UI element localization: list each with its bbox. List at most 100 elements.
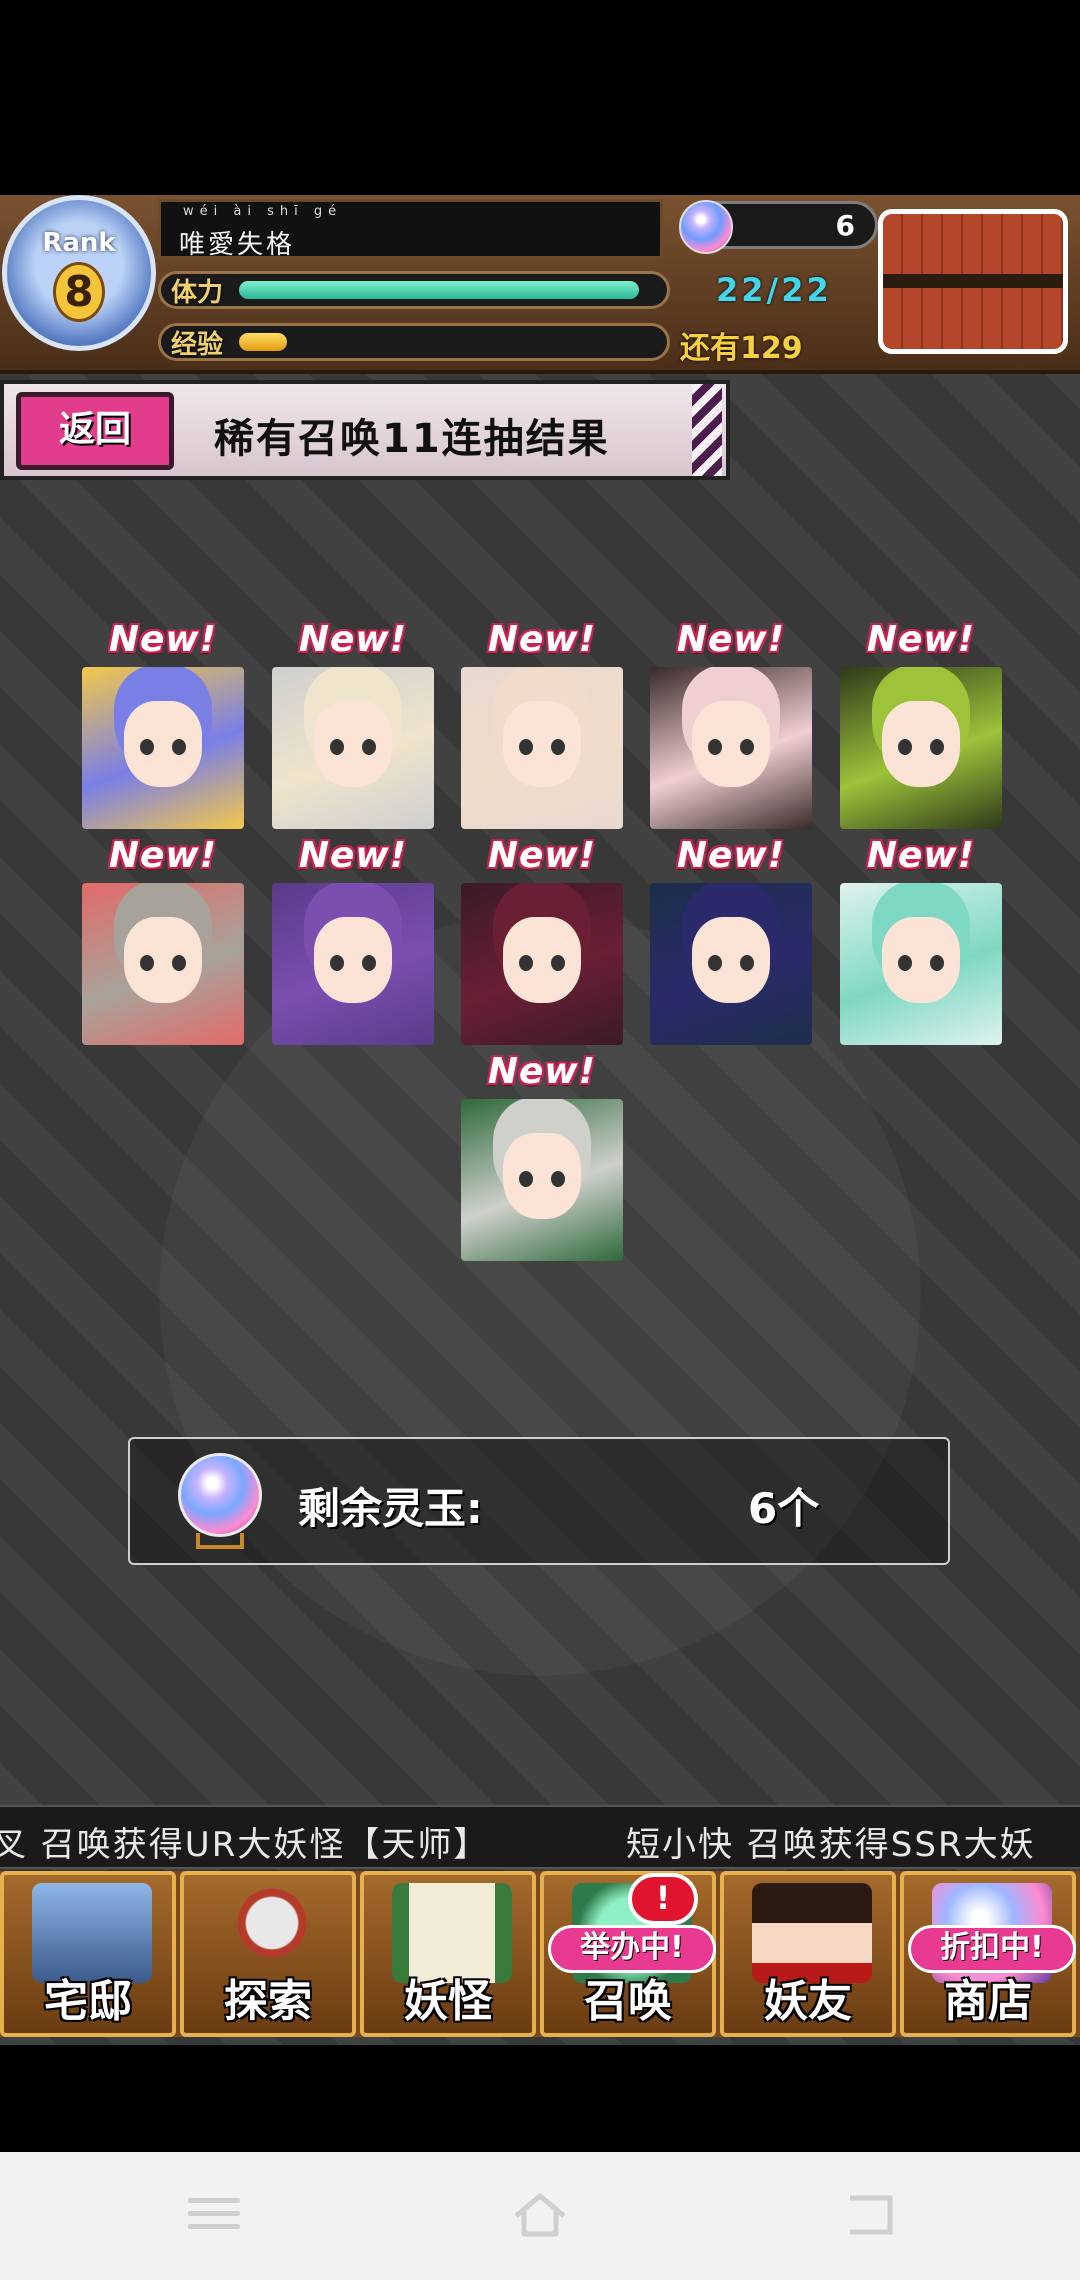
character-card[interactable]: [840, 667, 1002, 829]
nav-2-button[interactable]: 探索: [180, 1871, 356, 2037]
character-portrait-icon: [314, 917, 392, 1003]
character-card[interactable]: [82, 883, 244, 1045]
eye-icon: [519, 739, 533, 755]
character-portrait-icon: [503, 917, 581, 1003]
stamina-value: 22/22: [716, 271, 832, 309]
character-portrait-icon: [503, 701, 581, 787]
eye-icon: [740, 739, 754, 755]
new-badge: New!: [866, 619, 976, 660]
eye-icon: [898, 955, 912, 971]
eye-icon: [140, 955, 154, 971]
player-header: Rank 8 wéi ài shī gé 唯愛失格 体力 22/22 经验 还有…: [0, 195, 1080, 374]
rank-badge[interactable]: Rank 8: [2, 195, 156, 351]
character-card[interactable]: [650, 883, 812, 1045]
title-stripe-decoration: [692, 384, 722, 476]
system-nav-bar: [0, 2152, 1080, 2280]
eye-icon: [519, 955, 533, 971]
bottom-nav: 宅邸 探索 妖怪 举办中!! 召唤 妖友 折扣中! 商店: [0, 1871, 1080, 2037]
character-portrait-icon: [314, 701, 392, 787]
player-name-ruby: wéi ài shī gé: [183, 204, 343, 219]
eye-icon: [551, 739, 565, 755]
eye-icon: [708, 955, 722, 971]
character-portrait-icon: [692, 701, 770, 787]
eye-icon: [362, 739, 376, 755]
new-badge: New!: [108, 619, 218, 660]
new-badge: New!: [866, 835, 976, 876]
character-portrait-icon: [692, 917, 770, 1003]
page-title: 稀有召唤11连抽结果: [214, 416, 610, 462]
eye-icon: [930, 739, 944, 755]
ticker-message: 叉 召唤获得UR大妖怪【天师】: [0, 1825, 490, 1865]
eye-icon: [898, 739, 912, 755]
new-badge: New!: [487, 619, 597, 660]
character-card[interactable]: [272, 667, 434, 829]
character-card[interactable]: [650, 667, 812, 829]
new-badge: New!: [487, 835, 597, 876]
new-badge: New!: [676, 835, 786, 876]
back-icon[interactable]: [840, 2190, 900, 2240]
remaining-label: 剩余灵玉:: [298, 1484, 483, 1533]
eye-icon: [551, 955, 565, 971]
nav-6-button[interactable]: 折扣中! 商店: [900, 1871, 1076, 2037]
back-button[interactable]: 返回: [16, 392, 174, 470]
nav-3-button[interactable]: 妖怪: [360, 1871, 536, 2037]
gem-counter[interactable]: 6: [679, 200, 878, 254]
eye-icon: [519, 1171, 533, 1187]
home-icon[interactable]: [510, 2190, 570, 2240]
rank-label: Rank: [42, 228, 116, 258]
gem-count: 6: [835, 209, 855, 242]
character-card[interactable]: [461, 883, 623, 1045]
nav-4-button[interactable]: 举办中!! 召唤: [540, 1871, 716, 2037]
exp-fill: [239, 333, 287, 351]
game-screen: Rank 8 wéi ài shī gé 唯愛失格 体力 22/22 经验 还有…: [0, 195, 1080, 2045]
stamina-label: 体力: [171, 278, 224, 308]
orb-stand-icon: [196, 1533, 244, 1549]
eye-icon: [740, 955, 754, 971]
player-name-box: wéi ài shī gé 唯愛失格: [158, 199, 663, 260]
alert-badge: !: [628, 1873, 698, 1925]
title-bar: 返回 稀有召唤11连抽结果: [0, 380, 730, 480]
new-badge: New!: [298, 835, 408, 876]
chest-band: [883, 274, 1063, 288]
nav-label: 探索: [224, 1976, 312, 2027]
remaining-orbs-panel: 剩余灵玉: 6个: [128, 1437, 950, 1565]
nav-label: 召唤: [584, 1976, 672, 2027]
nav-label: 妖怪: [404, 1976, 492, 2027]
character-card[interactable]: [82, 667, 244, 829]
new-badge: New!: [108, 835, 218, 876]
nav-label: 宅邸: [44, 1976, 132, 2027]
eye-icon: [551, 1171, 565, 1187]
nav-label: 妖友: [764, 1976, 852, 2027]
character-portrait-icon: [882, 917, 960, 1003]
eye-icon: [708, 739, 722, 755]
announcement-ticker: 叉 召唤获得UR大妖怪【天师】 短小快 召唤获得SSR大妖: [0, 1805, 1080, 1869]
character-card[interactable]: [461, 667, 623, 829]
stamina-fill: [239, 281, 639, 299]
eye-icon: [330, 955, 344, 971]
menu-icon[interactable]: [184, 2190, 244, 2240]
new-badge: New!: [298, 619, 408, 660]
nav-label: 商店: [944, 1976, 1032, 2027]
eye-icon: [172, 739, 186, 755]
eye-icon: [930, 955, 944, 971]
character-portrait-icon: [124, 701, 202, 787]
stamina-bar: 体力: [158, 271, 670, 309]
character-card[interactable]: [461, 1099, 623, 1261]
character-card[interactable]: [840, 883, 1002, 1045]
nav-5-button[interactable]: 妖友: [720, 1871, 896, 2037]
player-name: 唯愛失格: [179, 230, 296, 260]
eye-icon: [330, 739, 344, 755]
character-portrait-icon: [882, 701, 960, 787]
exp-label: 经验: [171, 330, 224, 360]
character-portrait-icon: [124, 917, 202, 1003]
spirit-orb-icon: [679, 200, 733, 254]
rank-number: 8: [53, 262, 105, 322]
character-card[interactable]: [272, 883, 434, 1045]
eye-icon: [362, 955, 376, 971]
new-badge: New!: [676, 619, 786, 660]
remaining-value: 6个: [748, 1484, 820, 1533]
spirit-orb-icon: [178, 1453, 262, 1537]
treasure-chest-icon[interactable]: [878, 209, 1068, 354]
character-portrait-icon: [503, 1133, 581, 1219]
nav-1-button[interactable]: 宅邸: [0, 1871, 176, 2037]
